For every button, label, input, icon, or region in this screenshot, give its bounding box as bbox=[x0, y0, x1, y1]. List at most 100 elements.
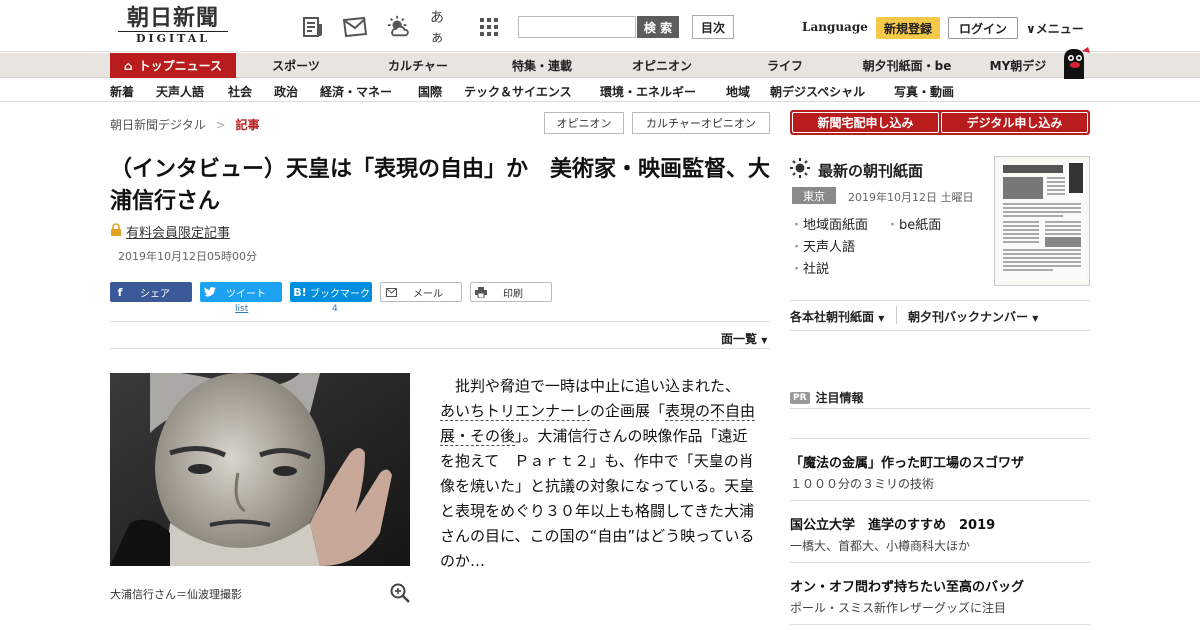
subnav-tenseijingo[interactable]: 天声人語 bbox=[156, 83, 204, 100]
lock-icon bbox=[110, 223, 122, 240]
caret-down-icon: ▼ bbox=[878, 314, 885, 323]
twitter-count[interactable]: list bbox=[235, 304, 248, 314]
paid-member-badge[interactable]: 有料会員限定記事 bbox=[110, 222, 230, 241]
subnav-politics[interactable]: 政治 bbox=[274, 83, 298, 100]
link-regional-page[interactable]: 地域面紙面 bbox=[790, 214, 868, 233]
ad-title-3[interactable]: オン・オフ問わず持ちたい至高のバッグ bbox=[790, 576, 1024, 595]
twitter-share-label: ツイート bbox=[226, 288, 266, 300]
subnav-region[interactable]: 地域 bbox=[726, 83, 750, 100]
pr-heading: PR 注目情報 bbox=[790, 389, 864, 406]
nav-life[interactable]: ライフ bbox=[750, 53, 820, 78]
link-be-page[interactable]: be紙面 bbox=[886, 214, 941, 233]
nav-my-asadigi[interactable]: MY朝デジ bbox=[978, 53, 1058, 78]
twitter-icon bbox=[200, 282, 220, 302]
morning-edition-title: 最新の朝刊紙面 bbox=[818, 161, 924, 180]
ad-title-1[interactable]: 「魔法の金属」作った町工場のスゴワザ bbox=[790, 452, 1024, 471]
login-button[interactable]: ログイン bbox=[948, 17, 1018, 39]
link-aichi-triennale[interactable]: あいちトリエンナーレ bbox=[440, 402, 591, 421]
caret-down-icon: ▼ bbox=[1032, 314, 1039, 323]
subnav-economy[interactable]: 経済・マネー bbox=[320, 83, 392, 100]
divider bbox=[790, 500, 1090, 501]
mail-icon[interactable] bbox=[342, 14, 368, 40]
pr-badge: PR bbox=[790, 391, 810, 404]
facebook-share-button[interactable]: f シェア bbox=[110, 282, 192, 302]
twitter-share-button[interactable]: ツイート bbox=[200, 282, 282, 302]
hatena-icon: B! bbox=[293, 285, 307, 299]
search-button[interactable]: 検 索 bbox=[637, 16, 679, 38]
nav-top-news-label: トップニュース bbox=[138, 59, 222, 73]
index-button[interactable]: 目次 bbox=[692, 15, 734, 39]
edition-date: 2019年10月12日 土曜日 bbox=[848, 191, 974, 204]
breadcrumb-current: 記事 bbox=[235, 118, 260, 132]
home-delivery-button[interactable]: 新聞宅配申し込み bbox=[792, 112, 939, 133]
font-size-icon[interactable]: あぁ bbox=[430, 10, 456, 46]
paid-member-label: 有料会員限定記事 bbox=[126, 226, 231, 241]
body-text-3: 」。大浦信行さんの映像作品「遠近を抱えて Ｐａｒｔ２」も、作中で「天皇の肖像を焼… bbox=[440, 427, 755, 570]
tag-culture-opinion[interactable]: カルチャーオピニオン bbox=[632, 112, 770, 134]
hatena-bookmark-button[interactable]: B! ブックマーク bbox=[290, 282, 372, 302]
nav-sports[interactable]: スポーツ bbox=[256, 53, 336, 78]
divider bbox=[790, 562, 1090, 563]
divider bbox=[790, 438, 1090, 439]
zoom-icon[interactable] bbox=[390, 583, 410, 607]
body-text-1: 批判や脅迫で一時は中止に追い込まれた、 bbox=[455, 377, 741, 395]
menu-label: メニュー bbox=[1035, 22, 1084, 36]
subnav-society[interactable]: 社会 bbox=[228, 83, 252, 100]
ad-title-2[interactable]: 国公立大学 進学のすすめ 2019 bbox=[790, 514, 995, 533]
subnav-special[interactable]: 朝デジスペシャル bbox=[770, 83, 865, 100]
article-title: （インタビュー）天皇は「表現の自由」か 美術家・映画監督、大浦信行さん bbox=[110, 157, 771, 214]
divider bbox=[790, 330, 1090, 331]
site-header: 朝日新聞 DIGITAL あぁ 検 索 目次 Language 新規登録 ログイ… bbox=[0, 0, 1200, 52]
article-body: 批判や脅迫で一時は中止に追い込まれた、 あいちトリエンナーレの企画展「表現の不自… bbox=[440, 374, 758, 574]
language-link[interactable]: Language bbox=[802, 20, 868, 34]
ad-subtitle-2[interactable]: 一橋大、首都大、小樽商科大ほか bbox=[790, 537, 970, 554]
page-list-dropdown[interactable]: 面一覧 ▼ bbox=[721, 330, 767, 347]
breadcrumb-home[interactable]: 朝日新聞デジタル bbox=[110, 118, 206, 132]
weather-icon[interactable] bbox=[386, 14, 412, 40]
grid-icon[interactable] bbox=[476, 14, 502, 40]
menu-button[interactable]: ∨メニュー bbox=[1026, 20, 1084, 37]
sub-nav: 新着 天声人語 社会 政治 経済・マネー 国際 テック＆サイエンス 環境・エネル… bbox=[0, 79, 1200, 102]
search-input[interactable] bbox=[518, 16, 636, 38]
subnav-international[interactable]: 国際 bbox=[418, 83, 442, 100]
site-logo[interactable]: 朝日新聞 DIGITAL bbox=[118, 6, 228, 46]
divider bbox=[790, 408, 1090, 409]
facebook-share-label: シェア bbox=[140, 288, 170, 300]
main-nav: ⌂ トップニュース スポーツ カルチャー 特集・連載 オピニオン ライフ 朝夕刊紙… bbox=[0, 47, 1200, 79]
envelope-icon bbox=[381, 282, 401, 302]
photo-caption: 大浦信行さん＝仙波理撮影 bbox=[110, 588, 242, 601]
nav-paper[interactable]: 朝夕刊紙面・be bbox=[852, 53, 962, 78]
link-editorial[interactable]: 社説 bbox=[790, 258, 829, 277]
mascot-icon[interactable] bbox=[1058, 45, 1094, 83]
logo-title: 朝日新聞 bbox=[126, 5, 219, 31]
nav-top-news[interactable]: ⌂ トップニュース bbox=[110, 53, 236, 78]
subnav-photo-video[interactable]: 写真・動画 bbox=[894, 83, 954, 100]
mail-share-button[interactable]: メール bbox=[380, 282, 462, 302]
newspaper-thumbnail[interactable] bbox=[994, 156, 1090, 286]
subnav-environment[interactable]: 環境・エネルギー bbox=[600, 83, 696, 100]
hatena-bookmark-label: ブックマーク bbox=[310, 288, 370, 300]
regional-editions-dropdown[interactable]: 各本社朝刊紙面 ▼ bbox=[790, 308, 884, 325]
print-label: 印刷 bbox=[503, 288, 523, 300]
article-date: 2019年10月12日05時00分 bbox=[118, 250, 257, 263]
nav-opinion[interactable]: オピニオン bbox=[620, 53, 704, 78]
newspaper-icon[interactable] bbox=[300, 14, 326, 40]
link-tenseijingo[interactable]: 天声人語 bbox=[790, 236, 855, 255]
sun-icon bbox=[790, 158, 810, 182]
hatena-count[interactable]: 4 bbox=[332, 304, 338, 314]
ad-subtitle-3[interactable]: ポール・スミス新作レザーグッズに注目 bbox=[790, 599, 1006, 616]
subnav-tech-science[interactable]: テック＆サイエンス bbox=[464, 83, 572, 100]
register-button[interactable]: 新規登録 bbox=[876, 17, 940, 39]
digital-signup-button[interactable]: デジタル申し込み bbox=[941, 112, 1088, 133]
nav-features[interactable]: 特集・連載 bbox=[500, 53, 584, 78]
caret-down-icon: ▼ bbox=[761, 336, 768, 345]
nav-culture[interactable]: カルチャー bbox=[378, 53, 458, 78]
print-button[interactable]: 印刷 bbox=[470, 282, 552, 302]
article-photo[interactable] bbox=[110, 373, 410, 566]
tag-opinion[interactable]: オピニオン bbox=[544, 112, 624, 134]
subnav-latest[interactable]: 新着 bbox=[110, 83, 134, 100]
ad-subtitle-1[interactable]: １０００分の３ミリの技術 bbox=[790, 475, 934, 492]
back-number-dropdown[interactable]: 朝夕刊バックナンバー ▼ bbox=[908, 308, 1038, 325]
region-badge: 東京 bbox=[792, 187, 836, 204]
body-text-2: の企画展「 bbox=[590, 402, 666, 420]
